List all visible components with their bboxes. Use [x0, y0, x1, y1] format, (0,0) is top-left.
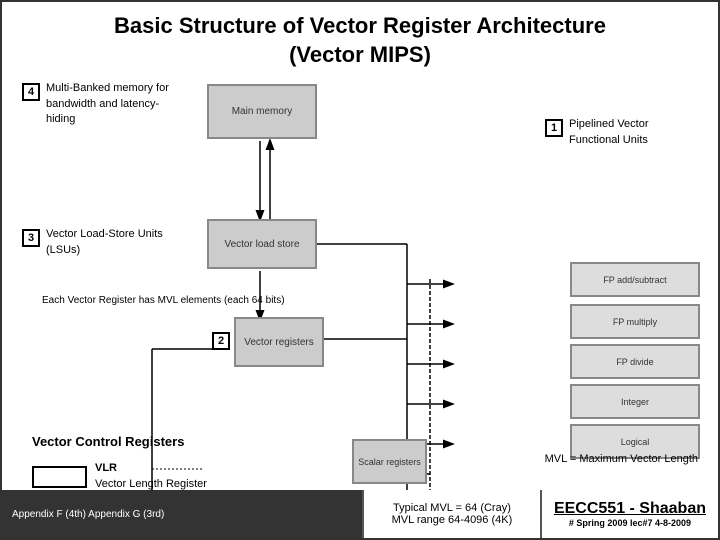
bottom-bar: Appendix F (4th) Appendix G (3rd) Typica… [2, 490, 718, 538]
multi-banked-label: 4 Multi-Banked memory for bandwidth and … [22, 81, 187, 127]
main-memory-box: Main memory [207, 84, 317, 139]
vlr-item: VLR Vector Length Register [32, 461, 207, 492]
vreg-num: 2 [212, 332, 230, 350]
content-area: 4 Multi-Banked memory for bandwidth and … [12, 79, 708, 525]
pipelined-num: 1 [545, 119, 563, 137]
multi-banked-text: Multi-Banked memory for bandwidth and la… [46, 81, 187, 127]
vreg-wrapper: 2 Vector registers [212, 317, 324, 367]
pipelined-label: 1 Pipelined Vector Functional Units [545, 117, 700, 148]
vlr-label: VLR Vector Length Register [95, 461, 207, 492]
mvl-label: MVL = Maximum Vector Length [545, 453, 698, 465]
slide: Basic Structure of Vector Register Archi… [0, 0, 720, 540]
fp-unit-3: FP divide [570, 344, 700, 379]
vls-label: 3 Vector Load-Store Units (LSUs) [22, 227, 192, 258]
appendix-label: Appendix F (4th) Appendix G (3rd) [2, 490, 362, 538]
typical-mvl: Typical MVL = 64 (Cray) MVL range 64-409… [362, 490, 542, 538]
sreg-box: Scalar registers [352, 439, 427, 484]
vls-box: Vector load store [207, 219, 317, 269]
course-info: EECC551 - Shaaban # Spring 2009 lec#7 4-… [542, 490, 718, 538]
pipelined-text: Pipelined Vector Functional Units [569, 117, 700, 148]
vreg-box: Vector registers [234, 317, 324, 367]
multi-banked-num: 4 [22, 83, 40, 101]
vls-num: 3 [22, 229, 40, 247]
fp-unit-1: FP add/subtract [570, 262, 700, 297]
vcr-label: Vector Control Registers [32, 434, 184, 449]
slide-title: Basic Structure of Vector Register Archi… [12, 12, 708, 69]
fp-unit-2: FP multiply [570, 304, 700, 339]
fp-unit-4: Integer [570, 384, 700, 419]
vls-text: Vector Load-Store Units (LSUs) [46, 227, 192, 258]
vlr-box [32, 466, 87, 488]
each-vector-label: Each Vector Register has MVL elements (e… [42, 294, 285, 308]
